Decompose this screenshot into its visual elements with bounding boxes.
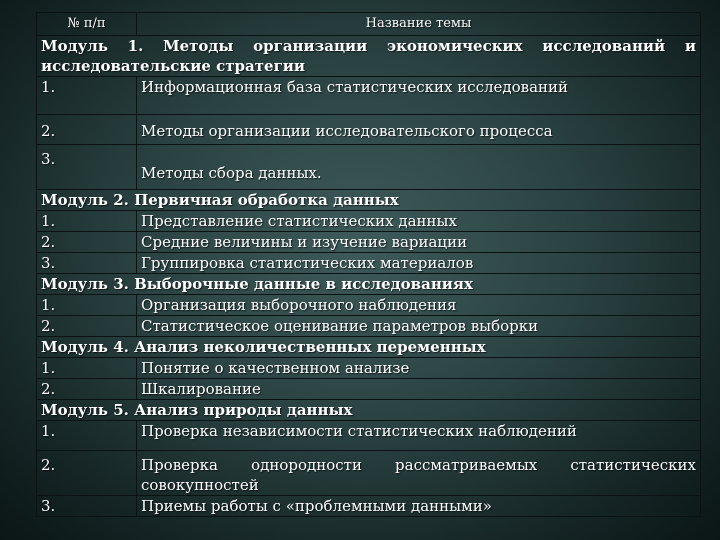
topic-num: 2. [36, 315, 137, 337]
word: и [684, 37, 696, 55]
topic-num: 2. [36, 231, 137, 253]
topic-title: Группировка статистических материалов [136, 252, 701, 274]
topic-title: Проверка независимости статистических на… [136, 420, 701, 451]
module-row: Модуль 1. Методы организации экономическ… [36, 35, 701, 77]
module-row: Модуль 5. Анализ природы данных [36, 399, 701, 421]
topic-title: Информационная база статистических иссле… [136, 76, 701, 115]
topic-title: Организация выборочного наблюдения [136, 294, 701, 316]
module-row: Модуль 2. Первичная обработка данных [36, 189, 701, 211]
topic-num: 3. [36, 144, 137, 190]
table-row: 3. Группировка статистических материалов [36, 252, 701, 274]
table-row: 1. Понятие о качественном анализе [36, 357, 701, 379]
topic-num: 1. [36, 294, 137, 316]
topic-title: Методы организации исследовательского пр… [136, 114, 701, 145]
word: Модуль [41, 37, 108, 55]
topic-num: 1. [36, 420, 137, 451]
table-row: 2. Проверка однородности рассматриваемых… [36, 450, 701, 496]
topic-num: 2. [36, 450, 137, 496]
table-row: 1. Представление статистических данных [36, 210, 701, 232]
word: Проверка [141, 456, 218, 474]
module-title: Модуль 4. Анализ неколичественных переме… [36, 336, 701, 358]
module-row: Модуль 4. Анализ неколичественных переме… [36, 336, 701, 358]
topic-title: Проверка однородности рассматриваемых ст… [136, 450, 701, 496]
slide: № п/п Название темы Модуль 1. Методы орг… [36, 12, 701, 524]
word: рассматриваемых [395, 456, 538, 474]
word: организации [253, 37, 368, 55]
word: Методы [162, 37, 234, 55]
topic-title: Приемы работы с «проблемными данными» [136, 495, 701, 517]
table-header-row: № п/п Название темы [36, 12, 701, 36]
topic-num: 1. [36, 357, 137, 379]
topic-num: 1. [36, 76, 137, 115]
topic-num: 2. [36, 114, 137, 145]
table-row: 3. Приемы работы с «проблемными данными» [36, 495, 701, 517]
table-row: 2. Средние величины и изучение вариации [36, 231, 701, 253]
topic-title: Представление статистических данных [136, 210, 701, 232]
topic-title: Методы сбора данных. [136, 144, 701, 190]
topic-title: Понятие о качественном анализе [136, 357, 701, 379]
topic-num: 3. [36, 495, 137, 517]
topic-title: Статистическое оценивание параметров выб… [136, 315, 701, 337]
table-row: 1. Проверка независимости статистических… [36, 420, 701, 451]
word: 1. [127, 37, 144, 55]
topic-title-line1: Проверка однородности рассматриваемых ст… [141, 455, 696, 475]
word: однородности [251, 456, 362, 474]
table-row: 2. Статистическое оценивание параметров … [36, 315, 701, 337]
table-row: 3. Методы сбора данных. [36, 144, 701, 190]
module-1-title-line2: исследовательские стратегии [41, 57, 306, 75]
topic-title: Средние величины и изучение вариации [136, 231, 701, 253]
module-title: Модуль 3. Выборочные данные в исследован… [36, 273, 701, 295]
module-1-title-line1: Модуль 1. Методы организации экономическ… [41, 36, 696, 56]
word: статистических [570, 456, 696, 474]
module-row: Модуль 3. Выборочные данные в исследован… [36, 273, 701, 295]
header-num: № п/п [36, 12, 137, 36]
topic-title: Шкалирование [136, 378, 701, 400]
header-title: Название темы [136, 12, 701, 36]
word: исследований [542, 37, 666, 55]
module-title: Модуль 5. Анализ природы данных [36, 399, 701, 421]
topic-num: 1. [36, 210, 137, 232]
module-title: Модуль 2. Первичная обработка данных [36, 189, 701, 211]
table-row: 1. Информационная база статистических ис… [36, 76, 701, 115]
table-row: 1. Организация выборочного наблюдения [36, 294, 701, 316]
table-row: 2. Методы организации исследовательского… [36, 114, 701, 145]
topic-title-line2: совокупностей [141, 476, 259, 494]
topic-num: 3. [36, 252, 137, 274]
word: экономических [386, 37, 523, 55]
topics-table: № п/п Название темы Модуль 1. Методы орг… [36, 12, 701, 517]
table-row: 2. Шкалирование [36, 378, 701, 400]
module-1-title: Модуль 1. Методы организации экономическ… [36, 35, 701, 77]
topic-num: 2. [36, 378, 137, 400]
